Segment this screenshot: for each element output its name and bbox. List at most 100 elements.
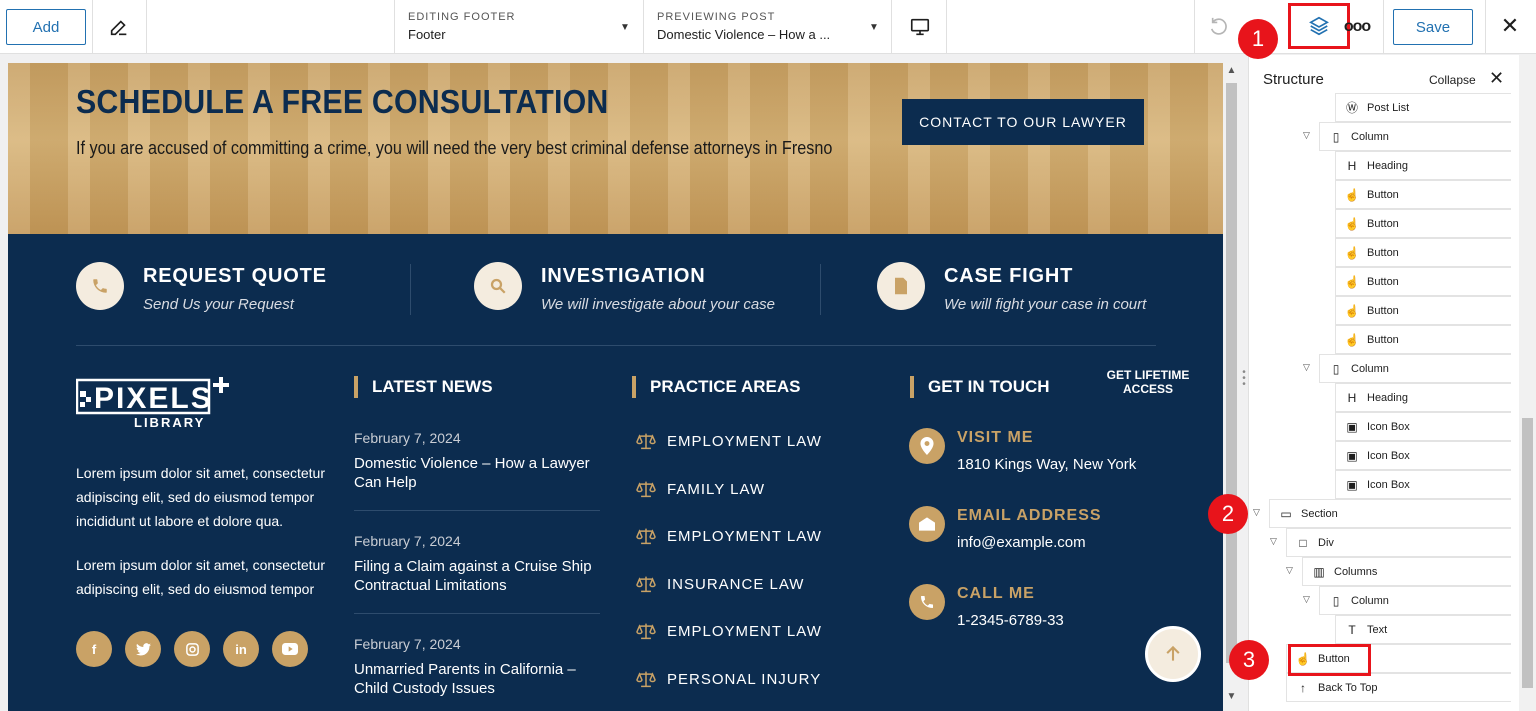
previewing-post-selector[interactable]: PREVIEWING POST Domestic Violence – How …	[643, 0, 891, 54]
structure-row-button[interactable]: ☝ Button	[1335, 267, 1511, 296]
practice-area-link[interactable]: INSURANCE LAW	[636, 574, 804, 594]
news-title-link[interactable]: Filing a Claim against a Cruise Ship Con…	[354, 557, 604, 595]
structure-row-icon-box[interactable]: ▣ Icon Box	[1335, 470, 1511, 499]
scrollbar-thumb[interactable]	[1522, 418, 1533, 688]
practice-area-label: FAMILY LAW	[667, 480, 766, 498]
structure-row-button[interactable]: ☝ Button	[1335, 180, 1511, 209]
expand-caret-icon[interactable]: ▽	[1303, 130, 1310, 141]
structure-row-label: Section	[1301, 507, 1338, 520]
structure-toggle-button[interactable]	[1288, 3, 1350, 49]
feature-case-fight[interactable]: CASE FIGHT We will fight your case in co…	[877, 262, 1177, 317]
practice-area-link[interactable]: EMPLOYMENT LAW	[636, 526, 822, 546]
structure-row-text[interactable]: T Text	[1335, 615, 1511, 644]
structure-row-button[interactable]: ☝ Button	[1335, 238, 1511, 267]
structure-row-icon-box[interactable]: ▣ Icon Box	[1335, 412, 1511, 441]
close-icon[interactable]: ✕	[1489, 68, 1504, 89]
structure-row-column[interactable]: ▯ Column	[1319, 586, 1511, 615]
arrow-up-icon	[1166, 645, 1180, 661]
phone-icon	[76, 262, 124, 310]
save-button[interactable]: Save	[1393, 9, 1473, 45]
touch-title: EMAIL ADDRESS	[957, 507, 1102, 524]
practice-area-link[interactable]: PERSONAL INJURY	[636, 669, 821, 689]
div-icon: □	[1299, 535, 1307, 550]
instagram-icon[interactable]	[174, 631, 210, 667]
add-button[interactable]: Add	[6, 9, 86, 45]
facebook-icon[interactable]: f	[76, 631, 112, 667]
expand-caret-icon[interactable]: ▽	[1303, 362, 1310, 373]
heading-icon: H	[1347, 158, 1357, 173]
news-title-link[interactable]: Unmarried Parents in California – Child …	[354, 660, 604, 698]
feature-request-quote[interactable]: REQUEST QUOTE Send Us your Request	[76, 262, 396, 317]
editing-footer-selector[interactable]: EDITING FOOTER Footer ▼	[394, 0, 642, 54]
panel-resize-handle[interactable]: • • •	[1240, 368, 1248, 394]
expand-caret-icon[interactable]: ▽	[1253, 507, 1260, 518]
linkedin-icon[interactable]: in	[223, 631, 259, 667]
structure-row-icon-box[interactable]: ▣ Icon Box	[1335, 441, 1511, 470]
toolbar-divider	[146, 0, 147, 54]
structure-row-section[interactable]: ▭ Section	[1269, 499, 1511, 528]
phone-icon	[909, 584, 945, 620]
practice-area-link[interactable]: EMPLOYMENT LAW	[636, 431, 822, 451]
practice-area-link[interactable]: EMPLOYMENT LAW	[636, 621, 822, 641]
structure-title: Structure	[1263, 71, 1324, 88]
image-icon: ▣	[1346, 448, 1358, 463]
edit-icon[interactable]	[108, 16, 130, 38]
about-paragraph: Lorem ipsum dolor sit amet, consectetur …	[76, 465, 325, 529]
undo-icon[interactable]	[1209, 16, 1231, 38]
scroll-down-icon[interactable]: ▼	[1223, 691, 1240, 702]
practice-areas-heading: PRACTICE AREAS	[632, 376, 801, 398]
columns-icon: ▥	[1313, 564, 1325, 579]
scroll-up-icon[interactable]: ▲	[1223, 65, 1240, 76]
more-options-icon[interactable]: ooo	[1344, 16, 1371, 38]
chevron-down-icon: ▼	[620, 22, 630, 33]
structure-row-button[interactable]: ☝ Button	[1335, 296, 1511, 325]
close-icon[interactable]: ✕	[1498, 15, 1522, 39]
feature-title: INVESTIGATION	[541, 265, 706, 287]
structure-row-back-to-top[interactable]: ↑ Back To Top	[1286, 673, 1511, 702]
consultation-banner[interactable]: SCHEDULE A FREE CONSULTATION If you are …	[8, 63, 1223, 234]
structure-row-heading[interactable]: H Heading	[1335, 151, 1511, 180]
structure-row-column[interactable]: ▯ Column	[1319, 354, 1511, 383]
structure-scrollbar[interactable]	[1519, 55, 1536, 711]
structure-row-div[interactable]: □ Div	[1286, 528, 1511, 557]
structure-row-button[interactable]: ☝ Button	[1335, 209, 1511, 238]
practice-area-link[interactable]: FAMILY LAW	[636, 479, 765, 499]
structure-row-heading[interactable]: H Heading	[1335, 383, 1511, 412]
banner-title: SCHEDULE A FREE CONSULTATION	[76, 83, 609, 120]
back-to-top-button[interactable]	[1145, 626, 1201, 682]
scrollbar-thumb[interactable]	[1226, 83, 1237, 663]
pointer-icon: ☝	[1344, 245, 1360, 260]
editing-caption: EDITING FOOTER	[408, 11, 516, 23]
structure-row-label: Heading	[1367, 391, 1408, 404]
canvas-scrollbar[interactable]: ▲ ▼	[1223, 63, 1240, 711]
section-icon: ▭	[1280, 506, 1292, 521]
expand-caret-icon[interactable]: ▽	[1286, 565, 1293, 576]
structure-row-label: Div	[1318, 536, 1334, 549]
news-title-link[interactable]: Domestic Violence – How a Lawyer Can Hel…	[354, 454, 604, 492]
pointer-icon: ☝	[1344, 274, 1360, 289]
contact-lawyer-button[interactable]: CONTACT TO OUR LAWYER	[902, 99, 1144, 145]
collapse-button[interactable]: Collapse	[1429, 73, 1476, 87]
structure-row-column[interactable]: ▯ Column	[1319, 122, 1511, 151]
twitter-icon[interactable]	[125, 631, 161, 667]
get-lifetime-access-link[interactable]: GET LIFETIME ACCESS	[1098, 368, 1198, 396]
toolbar-divider	[1194, 0, 1195, 54]
youtube-icon[interactable]	[272, 631, 308, 667]
scales-icon	[636, 433, 656, 450]
desktop-icon[interactable]	[909, 16, 931, 38]
image-icon: ▣	[1346, 419, 1358, 434]
structure-row-label: Button	[1367, 333, 1399, 346]
expand-caret-icon[interactable]: ▽	[1270, 536, 1277, 547]
expand-caret-icon[interactable]: ▽	[1303, 594, 1310, 605]
toolbar-divider	[1485, 0, 1486, 54]
structure-row-button[interactable]: ☝ Button	[1335, 325, 1511, 354]
news-date: February 7, 2024	[354, 430, 461, 446]
structure-row-post-list[interactable]: Ⓦ Post List	[1335, 93, 1511, 122]
pointer-icon: ☝	[1344, 332, 1360, 347]
editor-canvas: SCHEDULE A FREE CONSULTATION If you are …	[8, 63, 1223, 711]
feature-investigation[interactable]: INVESTIGATION We will investigate about …	[474, 262, 804, 317]
structure-row-columns[interactable]: ▥ Columns	[1302, 557, 1511, 586]
editing-value: Footer	[408, 27, 446, 42]
structure-row-label: Button	[1367, 188, 1399, 201]
svg-text:LIBRARY: LIBRARY	[134, 415, 205, 429]
